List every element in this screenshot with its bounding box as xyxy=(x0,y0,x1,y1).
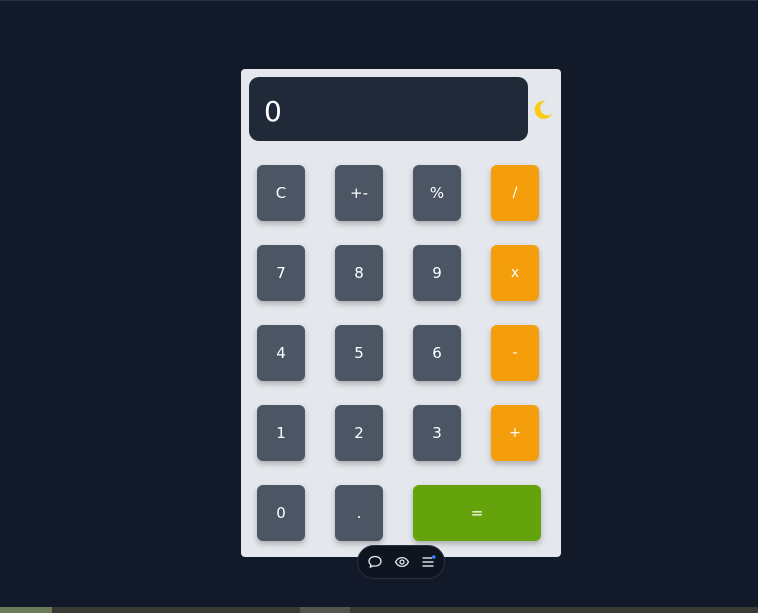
equals-button[interactable]: = xyxy=(413,485,541,541)
moon-icon[interactable] xyxy=(532,99,554,121)
digit-1-button[interactable]: 1 xyxy=(257,405,305,461)
taskbar-strip xyxy=(0,607,758,613)
digit-0-button[interactable]: 0 xyxy=(257,485,305,541)
digit-6-button[interactable]: 6 xyxy=(413,325,461,381)
decimal-button[interactable]: . xyxy=(335,485,383,541)
toggle-sign-button[interactable]: +- xyxy=(335,165,383,221)
multiply-button[interactable]: x xyxy=(491,245,539,301)
digit-4-button[interactable]: 4 xyxy=(257,325,305,381)
digit-7-button[interactable]: 7 xyxy=(257,245,305,301)
digit-9-button[interactable]: 9 xyxy=(413,245,461,301)
taskbar-thumbnail xyxy=(0,607,52,613)
calculator: 0 C +- % / 7 8 9 x 4 5 6 - 1 2 3 + 0 . = xyxy=(241,69,561,557)
menu-icon[interactable] xyxy=(420,554,436,570)
digit-8-button[interactable]: 8 xyxy=(335,245,383,301)
digit-5-button[interactable]: 5 xyxy=(335,325,383,381)
eye-icon[interactable] xyxy=(394,554,410,570)
calculator-display: 0 xyxy=(249,77,528,141)
clear-button[interactable]: C xyxy=(257,165,305,221)
comment-icon[interactable] xyxy=(367,554,383,570)
digit-3-button[interactable]: 3 xyxy=(413,405,461,461)
taskbar-segment xyxy=(300,607,350,613)
subtract-button[interactable]: - xyxy=(491,325,539,381)
top-divider xyxy=(0,0,758,1)
digit-2-button[interactable]: 2 xyxy=(335,405,383,461)
floating-toolbar xyxy=(357,545,445,579)
add-button[interactable]: + xyxy=(491,405,539,461)
divide-button[interactable]: / xyxy=(491,165,539,221)
percent-button[interactable]: % xyxy=(413,165,461,221)
